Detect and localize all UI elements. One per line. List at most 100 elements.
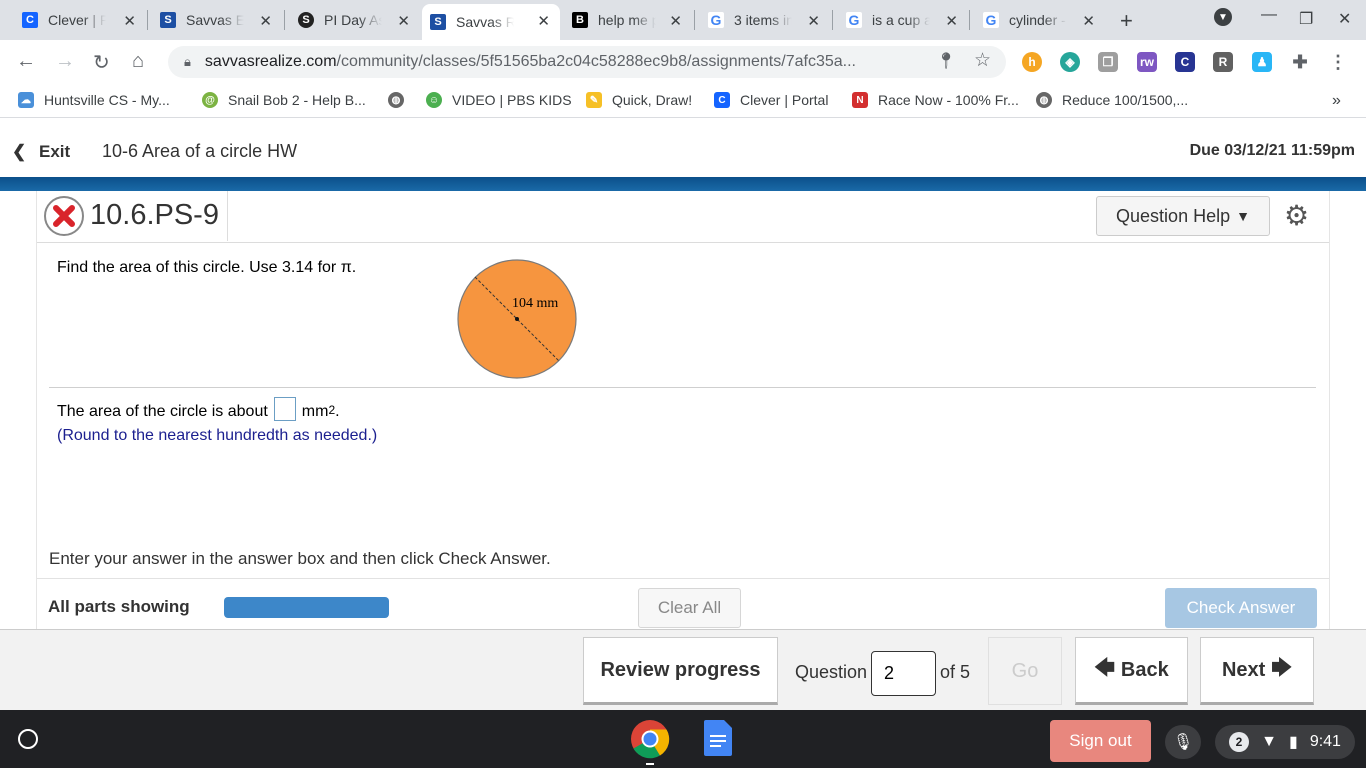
question-prompt: Find the area of this circle. Use 3.14 f… xyxy=(57,259,357,276)
extensions-puzzle-icon[interactable]: ✚ xyxy=(1290,52,1310,72)
circle-diagram: 104 mm xyxy=(457,259,577,379)
google-icon: G xyxy=(846,12,862,28)
question-number-input[interactable] xyxy=(871,651,936,696)
bookmark-clever-portal[interactable]: C Clever | Portal xyxy=(714,92,828,108)
chromeos-shelf: Sign out 🎙︎ 2 ▼ ▮ 9:41 xyxy=(0,710,1366,768)
bookmark-reduce[interactable]: ◍ Reduce 100/1500,... xyxy=(1036,92,1188,108)
clever-icon: C xyxy=(714,92,730,108)
address-bar[interactable]: 🔒︎ savvasrealize.com/community/classes/5… xyxy=(168,46,1006,78)
active-app-indicator xyxy=(646,763,654,765)
race-n-icon: N xyxy=(852,92,868,108)
cloud-icon: ☁ xyxy=(18,92,34,108)
next-button[interactable]: Next 🡆 xyxy=(1200,637,1314,705)
bookmark-huntsville[interactable]: ☁ Huntsville CS - My... xyxy=(18,92,170,108)
bookmark-star-icon[interactable]: ☆ xyxy=(974,49,991,72)
check-answer-button[interactable]: Check Answer xyxy=(1165,588,1317,628)
lock-icon: 🔒︎ xyxy=(184,54,191,69)
close-icon[interactable]: ✕ xyxy=(123,12,136,30)
tab-google-cup[interactable]: G is a cup a ✕ xyxy=(838,4,968,36)
extension-honey-icon[interactable]: h xyxy=(1022,52,1042,72)
pbs-kids-icon: ☺ xyxy=(426,92,442,108)
sign-out-button[interactable]: Sign out xyxy=(1050,720,1151,762)
incorrect-x-icon xyxy=(44,196,84,236)
go-button[interactable]: Go xyxy=(988,637,1062,705)
close-icon[interactable]: ✕ xyxy=(537,12,550,30)
back-arrow-icon[interactable]: ← xyxy=(16,50,36,73)
launcher-icon[interactable] xyxy=(18,729,38,749)
bookmarks-bar: ☁ Huntsville CS - My... @ Snail Bob 2 - He… xyxy=(0,84,1366,118)
close-icon[interactable]: ✕ xyxy=(807,12,820,30)
bookmark-label: Snail Bob 2 - Help B... xyxy=(228,92,366,108)
gear-icon[interactable]: ⚙ xyxy=(1284,199,1309,232)
close-icon[interactable]: ✕ xyxy=(669,12,682,30)
bookmark-label: Reduce 100/1500,... xyxy=(1062,92,1189,108)
battery-icon: ▮ xyxy=(1288,734,1298,751)
question-help-label: Question Help xyxy=(1116,205,1231,226)
close-icon[interactable]: ✕ xyxy=(259,12,272,30)
restore-icon[interactable]: ❐ xyxy=(1299,9,1313,29)
tab-search-chevron-icon[interactable]: ▼ xyxy=(1214,8,1232,26)
tab-title: Clever | P xyxy=(48,12,106,28)
savvas-icon: S xyxy=(430,14,446,30)
exit-button[interactable]: ❮ Exit xyxy=(12,142,70,162)
extension-rw-icon[interactable]: rw xyxy=(1137,52,1157,72)
answer-sentence: The area of the circle is about mm 2. xyxy=(57,397,340,421)
tab-google-3-items[interactable]: G 3 items in ✕ xyxy=(700,4,830,36)
tab-savvas-e[interactable]: S Savvas E ✕ xyxy=(152,4,282,36)
bookmark-snail-bob[interactable]: @ Snail Bob 2 - Help B... xyxy=(202,92,366,108)
parts-progress-bar xyxy=(224,597,389,618)
new-tab-plus-icon[interactable]: + xyxy=(1120,8,1133,34)
more-bookmarks-chevron-icon[interactable]: » xyxy=(1332,92,1341,110)
extension-r-icon[interactable]: R xyxy=(1213,52,1233,72)
close-icon[interactable]: ✕ xyxy=(945,12,958,30)
content-border-left xyxy=(36,191,37,629)
location-pin-icon[interactable]: 📍︎ xyxy=(936,51,956,71)
tab-google-cylinder[interactable]: G cylinder - ✕ xyxy=(975,4,1105,36)
menu-kebab-icon[interactable]: ⋮ xyxy=(1328,52,1348,72)
answer-input[interactable] xyxy=(273,397,296,421)
center-point xyxy=(515,317,519,321)
home-icon[interactable]: ⌂ xyxy=(132,50,144,73)
clever-icon: C xyxy=(22,12,38,28)
back-button[interactable]: 🡄 Back xyxy=(1075,637,1188,705)
wifi-icon: ▼ xyxy=(1261,733,1277,750)
clear-all-button[interactable]: Clear All xyxy=(638,588,741,628)
reload-icon[interactable]: ↻ xyxy=(93,50,110,75)
close-icon[interactable]: ✕ xyxy=(1082,12,1095,30)
window-close-icon[interactable]: ✕ xyxy=(1338,9,1351,29)
tab-title: help me p xyxy=(598,12,656,28)
review-progress-button[interactable]: Review progress xyxy=(583,637,778,705)
bookmark-race-now[interactable]: N Race Now - 100% Fr... xyxy=(852,92,1019,108)
extension-c-icon[interactable]: C xyxy=(1175,52,1195,72)
bookmark-pbs-kids[interactable]: ☺ VIDEO | PBS KIDS xyxy=(426,92,572,108)
unit-exponent: 2 xyxy=(328,403,336,417)
brand-band xyxy=(0,177,1366,191)
tab-clever[interactable]: C Clever | P ✕ xyxy=(14,4,146,36)
bookmark-label: Race Now - 100% Fr... xyxy=(878,92,1019,108)
microphone-icon[interactable]: 🎙︎ xyxy=(1165,725,1201,759)
tab-savvas-r-active[interactable]: S Savvas R ✕ xyxy=(422,4,560,40)
docs-app-icon[interactable] xyxy=(704,720,732,756)
arrow-left-icon: 🡄 xyxy=(1094,657,1115,679)
globe-icon: ◍ xyxy=(388,92,404,108)
tab-help-me[interactable]: B help me p ✕ xyxy=(564,4,692,36)
chrome-app-icon[interactable] xyxy=(630,719,670,759)
tab-title: PI Day As xyxy=(324,12,382,28)
notification-badge: 2 xyxy=(1229,732,1250,752)
tab-pi-day[interactable]: S PI Day As ✕ xyxy=(290,4,420,36)
bookmark-quick-draw[interactable]: ✎ Quick, Draw! xyxy=(586,92,692,108)
pencil-icon: ✎ xyxy=(586,92,602,108)
minimize-icon[interactable]: — xyxy=(1261,6,1277,24)
extension-copy-icon[interactable]: ❐ xyxy=(1098,52,1118,72)
bookmark-globe[interactable]: ◍ xyxy=(388,92,414,108)
extension-person-icon[interactable]: ♟ xyxy=(1252,52,1272,72)
diameter-label: 104 mm xyxy=(512,296,558,311)
url-host: savvasrealize.com xyxy=(204,53,337,70)
exit-label: Exit xyxy=(38,142,71,161)
forward-arrow-icon[interactable]: → xyxy=(55,50,75,73)
close-icon[interactable]: ✕ xyxy=(397,12,410,30)
question-help-button[interactable]: Question Help ▼ xyxy=(1096,196,1270,236)
status-tray[interactable]: 2 ▼ ▮ 9:41 xyxy=(1215,725,1355,759)
extension-vpn-icon[interactable]: ◈ xyxy=(1060,52,1080,72)
bookmark-label: VIDEO | PBS KIDS xyxy=(452,92,572,108)
